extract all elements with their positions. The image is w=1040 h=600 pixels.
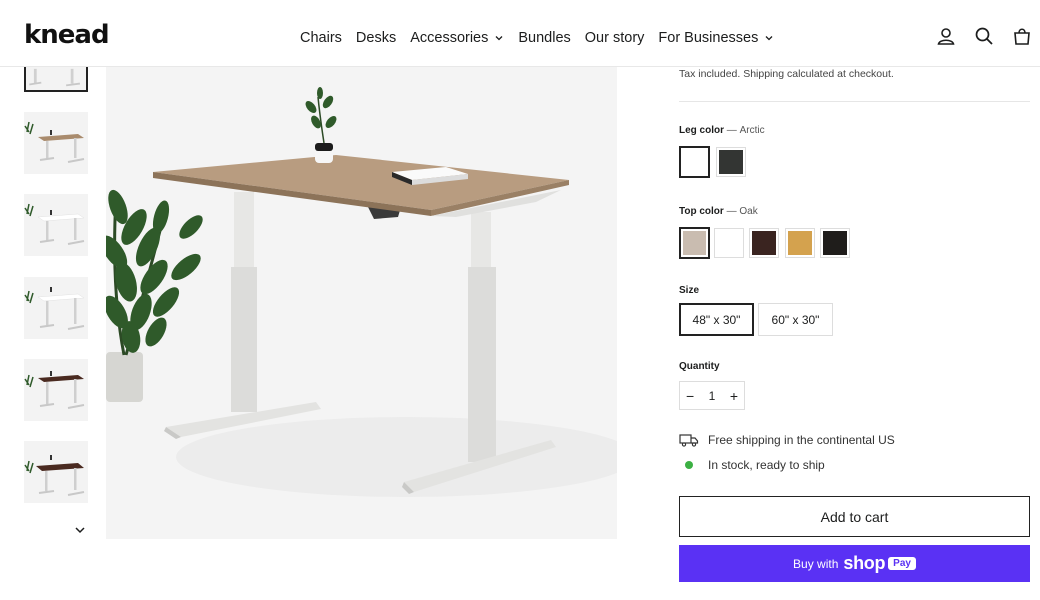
nav-label: Chairs	[300, 30, 342, 46]
in-stock-dot-icon	[679, 458, 699, 472]
add-to-cart-button[interactable]: Add to cart	[679, 496, 1030, 537]
nav-label: Our story	[584, 30, 645, 46]
shipping-info: Free shipping in the continental US	[679, 433, 895, 447]
tax-note: Tax included. Shipping calculated at che…	[679, 68, 894, 80]
thumbnail-5[interactable]	[24, 359, 88, 421]
shipping-text: Free shipping in the continental US	[708, 433, 895, 447]
nav-item-for-businesses[interactable]: For Businesses	[658, 30, 774, 46]
shop-pay-prefix: Buy with	[793, 556, 839, 571]
swatch-fill	[683, 150, 706, 174]
main-product-image[interactable]	[106, 67, 617, 539]
desk-thumbnail-image	[24, 277, 88, 339]
quantity-stepper: − 1 +	[679, 381, 745, 410]
size-option-60x30[interactable]: 60" x 30"	[758, 303, 833, 336]
option-name: Top color	[679, 206, 724, 217]
nav-label: Accessories	[410, 30, 489, 46]
option-selected-value: Oak	[739, 206, 758, 217]
thumbnail-6[interactable]	[24, 441, 88, 503]
top-swatch-black[interactable]	[820, 228, 850, 258]
desk-thumbnail-image	[24, 194, 88, 256]
desk-thumbnail-image	[24, 112, 88, 174]
quantity-increase-button[interactable]: +	[730, 389, 738, 403]
option-name: Leg color	[679, 125, 725, 136]
desk-thumbnail-image	[24, 441, 88, 503]
chevron-down-icon	[495, 36, 503, 41]
cart-icon[interactable]	[1012, 26, 1032, 46]
top-color-label: Top color — Oak	[679, 206, 758, 217]
option-selected-value: Arctic	[739, 125, 765, 136]
swatch-fill	[683, 231, 706, 255]
size-option-48x30[interactable]: 48" x 30"	[679, 303, 754, 336]
user-icon[interactable]	[936, 26, 956, 46]
nav-label: For Businesses	[658, 30, 759, 46]
desk-thumbnail-image	[26, 67, 86, 90]
thumbnail-2[interactable]	[24, 112, 88, 174]
nav-item-accessories[interactable]: Accessories	[410, 30, 504, 46]
search-icon[interactable]	[974, 26, 994, 46]
header-icons	[936, 26, 1032, 46]
main-nav: Chairs Desks Accessories Bundles Our sto…	[300, 30, 788, 46]
nav-item-our-story[interactable]: Our story	[585, 30, 645, 46]
swatch-fill	[752, 231, 776, 255]
quantity-decrease-button[interactable]: −	[686, 389, 694, 403]
thumbnail-4[interactable]	[24, 277, 88, 339]
stock-info: In stock, ready to ship	[679, 458, 825, 472]
option-separator: —	[726, 206, 737, 217]
quantity-value[interactable]: 1	[709, 389, 716, 403]
top-swatch-walnut[interactable]	[749, 228, 779, 258]
standing-desk-image	[106, 67, 617, 539]
nav-item-desks[interactable]: Desks	[356, 30, 396, 46]
stock-text: In stock, ready to ship	[708, 458, 825, 472]
swatch-fill	[823, 231, 847, 255]
swatch-fill	[717, 231, 741, 255]
size-label: Size	[679, 285, 700, 296]
top-swatch-bamboo[interactable]	[785, 228, 815, 258]
desk-thumbnail-image	[24, 359, 88, 421]
divider	[679, 101, 1030, 102]
nav-item-chairs[interactable]: Chairs	[300, 30, 342, 46]
truck-icon	[679, 433, 699, 447]
swatch-fill	[788, 231, 812, 255]
swatch-fill	[719, 150, 743, 174]
leg-swatch-black[interactable]	[716, 147, 746, 177]
quantity-label: Quantity	[679, 361, 720, 372]
option-separator: —	[726, 125, 737, 136]
thumbnail-1[interactable]	[24, 67, 88, 92]
thumbnail-3[interactable]	[24, 194, 88, 256]
leg-color-label: Leg color — Arctic	[679, 125, 765, 136]
site-header: knead Chairs Desks Accessories Bundles O…	[0, 0, 1040, 67]
top-swatch-oak[interactable]	[679, 227, 710, 259]
nav-label: Desks	[355, 30, 397, 46]
pay-pill: Pay	[888, 557, 916, 570]
top-swatch-white[interactable]	[714, 228, 744, 258]
nav-label: Bundles	[518, 30, 571, 46]
chevron-down-icon[interactable]	[74, 524, 86, 536]
shop-pay-button[interactable]: Buy with shop Pay	[679, 545, 1030, 582]
leg-swatch-arctic[interactable]	[679, 146, 710, 178]
shop-logo: shop	[843, 553, 886, 573]
nav-item-bundles[interactable]: Bundles	[518, 30, 570, 46]
knead-logo[interactable]: knead	[24, 22, 110, 48]
chevron-down-icon	[765, 36, 773, 41]
